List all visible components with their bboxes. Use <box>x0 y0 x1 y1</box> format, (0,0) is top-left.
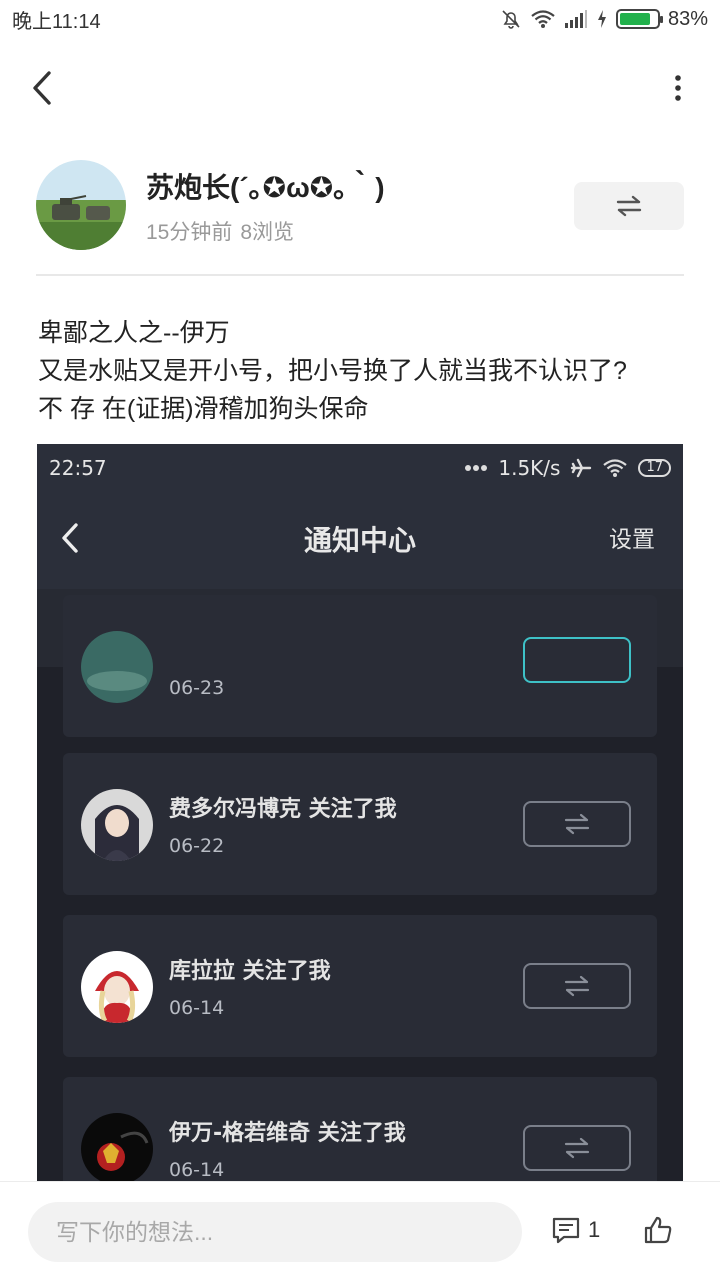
image-card-mutual-badge <box>523 801 631 847</box>
image-card-date: 06-14 <box>169 997 225 1019</box>
signal-icon <box>564 10 587 28</box>
more-options-button[interactable] <box>666 66 690 110</box>
comment-icon <box>552 1217 580 1244</box>
chevron-left-icon <box>33 71 51 105</box>
divider <box>36 274 684 276</box>
image-battery: 17 <box>638 459 671 477</box>
image-status-time: 22:57 <box>49 456 107 480</box>
post-content: 卑鄙之人之--伊万 又是水贴又是开小号，把小号换了人就当我不认识了? 不 存 在… <box>38 314 698 428</box>
image-follow-card: 伊万-格若维奇 关注了我 06-14 <box>63 1077 657 1181</box>
image-follow-card: 06-23 <box>63 595 657 737</box>
swap-arrows-icon <box>564 975 590 997</box>
post-image[interactable]: 22:57 1.5K/s 17 通知中心 设置 回复 通知 表态 关注 好友 0… <box>37 444 683 1181</box>
image-card-date: 06-23 <box>169 677 225 699</box>
comment-input[interactable] <box>28 1202 522 1262</box>
thumbs-up-icon <box>644 1216 672 1244</box>
author-avatar[interactable] <box>36 160 126 250</box>
image-status-bar: 22:57 1.5K/s 17 <box>37 444 683 492</box>
mute-icon <box>502 10 520 29</box>
back-button[interactable] <box>22 66 62 110</box>
image-network-speed: 1.5K/s <box>498 456 561 480</box>
image-card-follow-badge <box>523 637 631 683</box>
image-card-avatar <box>81 631 153 703</box>
image-card-avatar <box>81 951 153 1023</box>
image-card-avatar <box>81 1113 153 1181</box>
wifi-icon <box>603 459 628 477</box>
image-card-title: 库拉拉 关注了我 <box>169 959 331 984</box>
post-meta: 15分钟前 8浏览 <box>146 216 294 246</box>
like-button[interactable] <box>642 1214 674 1251</box>
battery-percent: 83% <box>667 7 708 30</box>
post-views: 8浏览 <box>240 221 295 244</box>
top-nav <box>0 56 720 120</box>
post-time: 15分钟前 <box>146 221 233 244</box>
image-status-icons: 1.5K/s 17 <box>464 456 671 480</box>
image-follow-card: 库拉拉 关注了我 06-14 <box>63 915 657 1057</box>
author-block: 苏炮长(´｡✪ω✪｡｀) 15分钟前 8浏览 <box>36 160 684 252</box>
comment-count: 1 <box>588 1217 601 1242</box>
post-line: 卑鄙之人之--伊万 <box>38 319 230 347</box>
image-card-title: 费多尔冯博克 关注了我 <box>169 797 397 822</box>
dots-icon <box>465 465 488 471</box>
image-card-mutual-badge <box>523 1125 631 1171</box>
swap-arrows-icon <box>564 1137 590 1159</box>
author-name[interactable]: 苏炮长(´｡✪ω✪｡｀) <box>146 166 385 206</box>
swap-arrows-icon <box>616 195 642 217</box>
charging-icon <box>597 10 606 28</box>
status-time: 晚上11:14 <box>12 10 101 33</box>
status-icons: 83% <box>500 8 708 31</box>
follow-button[interactable] <box>574 182 684 230</box>
image-header: 通知中心 设置 <box>37 492 683 589</box>
image-card-avatar <box>81 789 153 861</box>
post-line: 又是水贴又是开小号，把小号换了人就当我不认识了? <box>38 357 627 385</box>
battery-icon <box>615 9 663 29</box>
image-card-date: 06-14 <box>169 1159 225 1181</box>
image-back-icon <box>59 520 81 560</box>
status-bar: 晚上11:14 83% <box>0 0 720 38</box>
wifi-icon <box>531 10 555 28</box>
comment-button[interactable]: 1 <box>550 1214 600 1246</box>
battery-level <box>619 13 650 25</box>
image-card-date: 06-22 <box>169 835 225 857</box>
image-follow-card: 费多尔冯博克 关注了我 06-22 <box>63 753 657 895</box>
image-title: 通知中心 <box>303 524 416 557</box>
image-settings: 设置 <box>609 527 655 553</box>
post-line: 不 存 在(证据)滑稽加狗头保命 <box>38 395 369 423</box>
image-card-title: 伊万-格若维奇 关注了我 <box>169 1121 406 1146</box>
swap-arrows-icon <box>564 813 590 835</box>
airplane-icon <box>571 458 592 478</box>
image-card-mutual-badge <box>523 963 631 1009</box>
more-vertical-icon <box>675 75 681 101</box>
bottom-bar: 1 <box>0 1181 720 1280</box>
